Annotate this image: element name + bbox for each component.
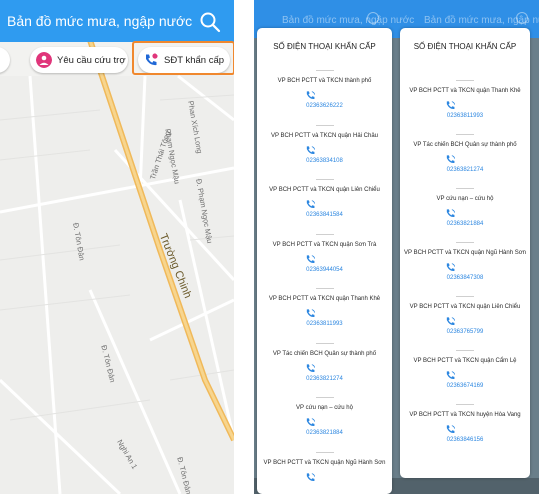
- contact-phone-link[interactable]: 02363821884: [400, 221, 530, 227]
- phone-call-icon[interactable]: [305, 90, 316, 101]
- contact-phone-link[interactable]: 02363841584: [257, 212, 392, 218]
- divider: [456, 242, 474, 243]
- header-title: Bản đồ mức mưa, ngập nước: [7, 13, 193, 29]
- contact-name: VP BCH PCTT và TKCN quận Liên Chiểu: [269, 187, 380, 193]
- phone-call-icon[interactable]: [445, 316, 456, 327]
- divider: [456, 404, 474, 405]
- phone-call-icon[interactable]: [305, 254, 316, 265]
- contact-phone-link[interactable]: 02363821884: [257, 430, 392, 436]
- divider: [456, 350, 474, 351]
- contact-name: VP Tác chiến BCH Quân sự thành phố: [272, 350, 377, 357]
- emergency-phone-modal: SỐ ĐIỆN THOẠI KHẨN CẤP VP BCH PCTT và TK…: [400, 28, 530, 478]
- map-screen: Bản đồ mức mưa, ngập nước Yêu cầu cứu tr…: [0, 0, 234, 494]
- contact-phone-link[interactable]: 02363626222: [257, 103, 392, 109]
- phone-call-icon[interactable]: [445, 100, 456, 111]
- phone-call-icon[interactable]: [445, 208, 456, 219]
- contact-name: VP Tác chiến BCH Quân sự thành phố: [413, 142, 517, 148]
- phone-call-icon[interactable]: [305, 417, 316, 428]
- contact-phone-link[interactable]: 02363811993: [400, 113, 530, 119]
- divider: [315, 124, 334, 126]
- contact-phone-link[interactable]: 02363847308: [400, 275, 530, 281]
- search-icon[interactable]: [199, 11, 221, 33]
- phone-call-icon[interactable]: [445, 262, 456, 273]
- contact-name: VP BCH PCTT và TKCN quận Liên Chiểu: [409, 304, 521, 310]
- contact-name: VP cứu nạn – cứu hộ: [296, 405, 353, 411]
- help-request-chip[interactable]: Yêu cầu cứu trợ: [30, 47, 128, 73]
- contact-name: VP BCH PCTT và TKCN quận Thanh Khê: [268, 296, 381, 302]
- contact-phone-link[interactable]: 02363765799: [400, 329, 530, 335]
- contact-phone-link[interactable]: 02363674169: [400, 383, 530, 389]
- divider: [456, 134, 474, 135]
- header-title-ghost-a: Bản đồ mức mưa, ngập nước: [282, 15, 415, 26]
- contact-name: VP BCH PCTT và TKCN quận Cẩm Lệ: [413, 358, 517, 364]
- divider: [456, 188, 474, 189]
- contact-name: VP BCH PCTT và TKCN quận Ngũ Hành Sơn: [404, 250, 526, 256]
- help-request-label: Yêu cầu cứu trợ: [57, 54, 126, 66]
- modal-title: SỐ ĐIỆN THOẠI KHẨN CẤP: [273, 42, 376, 51]
- help-request-icon: [36, 52, 52, 68]
- contact-phone-link[interactable]: 02363834108: [257, 158, 392, 164]
- contact-name: VP BCH PCTT và TKCN quận Ngũ Hành Sơn: [263, 459, 386, 466]
- app-header: Bản đồ mức mưa, ngập nước: [0, 0, 234, 42]
- contact-name: VP BCH PCTT và TKCN quận Sơn Trà: [272, 241, 377, 248]
- phone-call-icon[interactable]: [445, 154, 456, 165]
- contact-name: VP BCH PCTT và TKCN thành phố: [277, 78, 372, 84]
- phone-call-icon[interactable]: [445, 424, 456, 435]
- refresh-icon: [516, 12, 528, 24]
- contact-phone-link[interactable]: 02363944054: [257, 267, 392, 273]
- divider: [315, 288, 334, 289]
- contact-phone-link[interactable]: 02363821274: [257, 376, 392, 382]
- contact-name: VP BCH PCTT và TKCN huyện Hòa Vang: [409, 412, 521, 418]
- divider: [456, 80, 474, 81]
- divider: [315, 179, 334, 180]
- contact-phone-link[interactable]: 02363811993: [257, 321, 392, 327]
- phone-call-icon[interactable]: [305, 363, 316, 374]
- modal-title: SỐ ĐIỆN THOẠI KHẨN CẤP: [413, 42, 517, 51]
- selection-highlight: [132, 41, 234, 75]
- contact-phone-link[interactable]: 02363846156: [400, 437, 530, 443]
- divider: [456, 296, 474, 297]
- emergency-screen: Bản đồ mức mưa, ngập nước Bản đồ mức mưa…: [254, 0, 539, 494]
- phone-call-icon[interactable]: [305, 308, 316, 319]
- contact-name: VP cứu nạn – cứu hộ: [436, 196, 494, 202]
- divider: [315, 70, 334, 71]
- divider: [315, 451, 334, 453]
- chip-truncated[interactable]: [0, 47, 10, 73]
- phone-call-icon[interactable]: [445, 370, 456, 381]
- phone-call-icon[interactable]: [305, 145, 316, 156]
- emergency-phone-modal: SỐ ĐIỆN THOẠI KHẨN CẤP VP BCH PCTT và TK…: [257, 28, 392, 494]
- divider: [315, 233, 334, 235]
- contact-name: VP BCH PCTT và TKCN quận Hải Châu: [270, 132, 379, 139]
- phone-call-icon[interactable]: [305, 472, 316, 483]
- contact-phone-link[interactable]: 02363821274: [400, 167, 530, 173]
- contact-name: VP BCH PCTT và TKCN quận Thanh Khê: [409, 88, 521, 94]
- divider: [315, 397, 334, 398]
- refresh-icon: [367, 12, 379, 24]
- phone-call-icon[interactable]: [305, 199, 316, 210]
- divider: [315, 342, 334, 344]
